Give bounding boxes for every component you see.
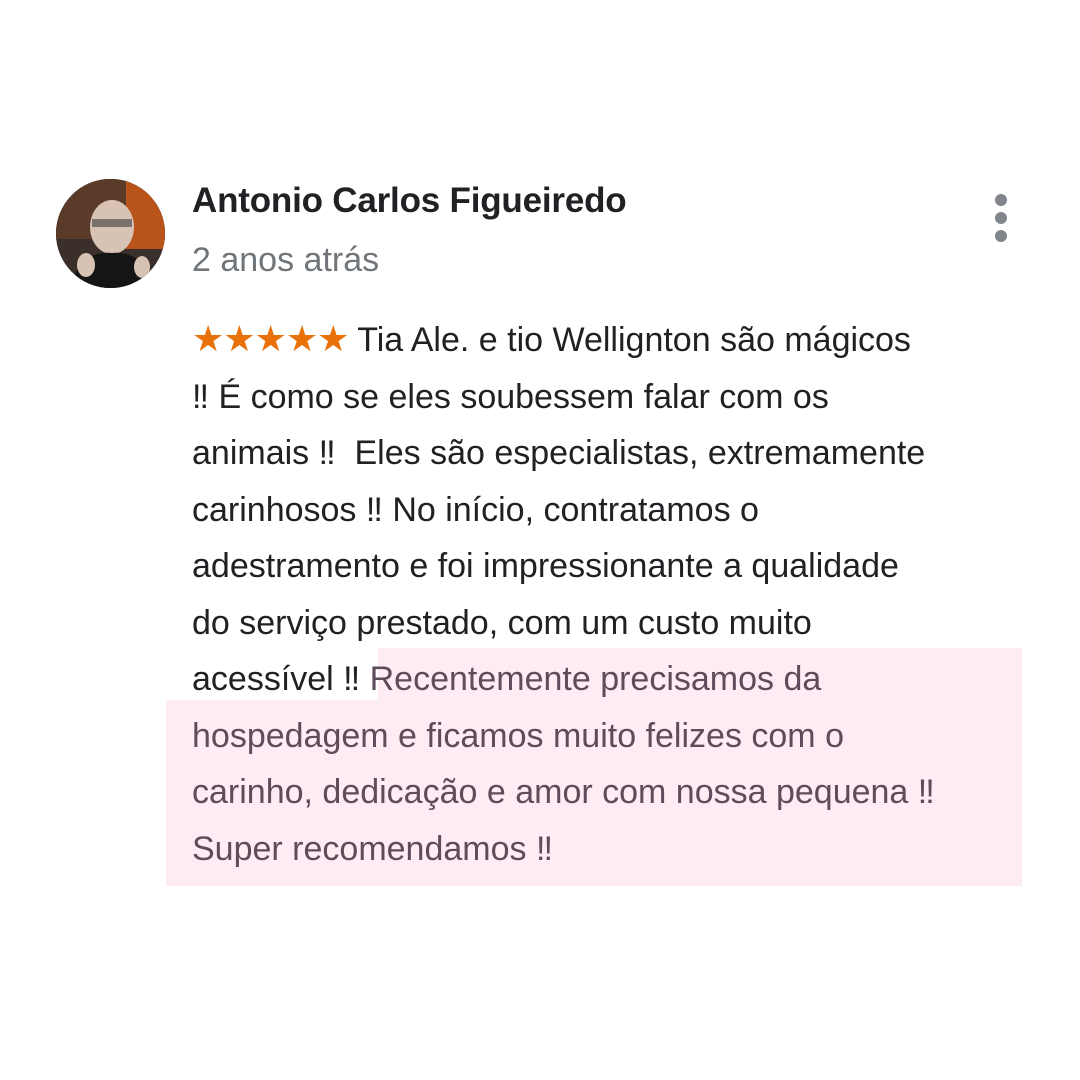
menu-dot bbox=[995, 212, 1007, 224]
avatar-photo bbox=[56, 179, 165, 288]
review-line: do serviço prestado, com um custo muito bbox=[192, 603, 812, 642]
review-line: adestramento e foi impressionante a qual… bbox=[192, 547, 899, 585]
highlighted-text: Recentemente precisamos da bbox=[369, 660, 822, 698]
review-line: ‼ É como se eles soubessem falar com os bbox=[192, 377, 829, 416]
review-line: ★★★★★ Tia Ale. e tio Wellignton são mági… bbox=[192, 319, 911, 360]
review-card: Antonio Carlos Figueiredo 2 anos atrás ★… bbox=[0, 0, 1080, 1080]
menu-dot bbox=[995, 194, 1007, 206]
author-name[interactable]: Antonio Carlos Figueiredo bbox=[192, 181, 627, 221]
review-line: carinhosos ‼ No início, contratamos o bbox=[192, 490, 759, 529]
more-vert-icon[interactable] bbox=[984, 190, 1018, 246]
star-rating: ★★★★★ bbox=[192, 319, 349, 360]
review-timestamp: 2 anos atrás bbox=[192, 241, 380, 279]
menu-dot bbox=[995, 230, 1007, 242]
review-line: animais ‼ Eles são especialistas, extrem… bbox=[192, 434, 926, 472]
highlighted-line: hospedagem e ficamos muito felizes com o bbox=[192, 716, 844, 755]
highlighted-line: Super recomendamos ‼ bbox=[192, 829, 553, 868]
highlighted-line: carinho, dedicação e amor com nossa pequ… bbox=[192, 773, 935, 811]
review-line: acessível ‼ Recentemente precisamos da bbox=[192, 660, 822, 698]
avatar[interactable] bbox=[56, 179, 165, 288]
review-text: ★★★★★ Tia Ale. e tio Wellignton são mági… bbox=[192, 312, 1032, 877]
